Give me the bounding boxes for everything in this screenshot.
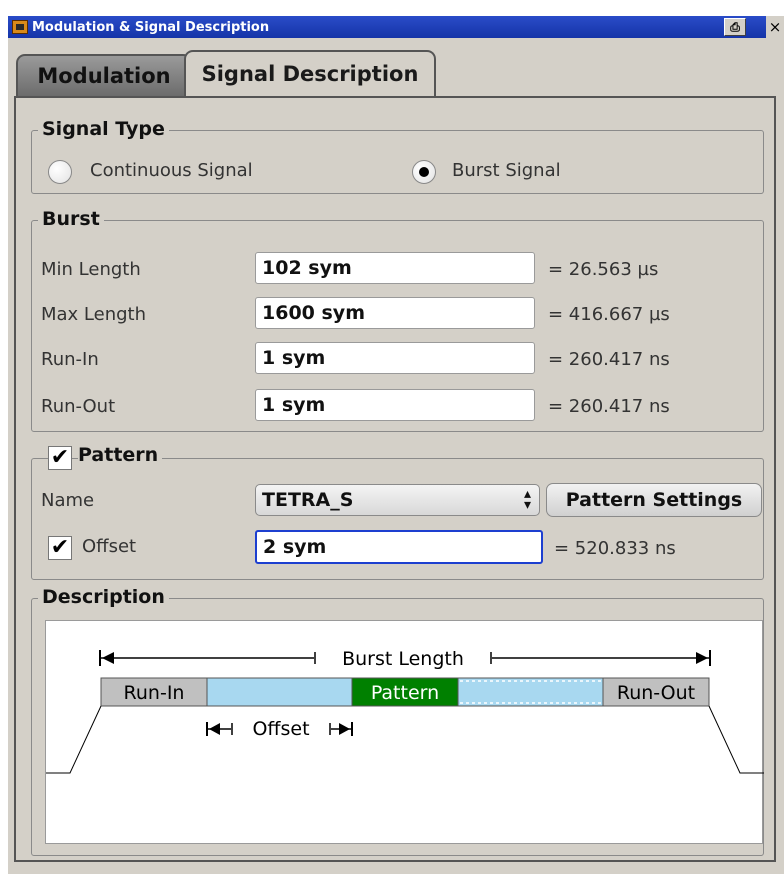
tab-modulation[interactable]: Modulation bbox=[16, 54, 192, 96]
offset-input[interactable]: 2 sym bbox=[255, 530, 543, 564]
pattern-name-label: Name bbox=[41, 490, 95, 511]
run-out-result: = 260.417 ns bbox=[548, 396, 670, 417]
run-out-segment-label: Run-Out bbox=[617, 682, 695, 704]
burst-diagram: Burst Length Run-In Pattern Run-Out Offs… bbox=[45, 620, 764, 844]
burst-length-right-arrowhead bbox=[696, 652, 708, 664]
close-icon[interactable]: × bbox=[766, 16, 784, 38]
continuous-signal-radio[interactable] bbox=[48, 160, 72, 184]
app-icon bbox=[12, 20, 28, 34]
description-legend: Description bbox=[38, 586, 169, 608]
burst-signal-radio[interactable] bbox=[412, 160, 436, 184]
min-length-label: Min Length bbox=[41, 259, 141, 280]
run-out-label: Run-Out bbox=[41, 396, 116, 417]
run-in-label: Run-In bbox=[41, 349, 99, 370]
pattern-name-value: TETRA_S bbox=[262, 489, 354, 511]
pattern-legend[interactable]: Pattern bbox=[78, 444, 163, 466]
max-length-result: = 416.667 µs bbox=[548, 304, 670, 325]
offset-checkbox[interactable]: ✔ bbox=[48, 536, 72, 560]
burst-length-left-arrowhead bbox=[102, 652, 114, 664]
burst-pre-pattern-segment bbox=[206, 677, 353, 707]
max-length-input[interactable]: 1600 sym bbox=[255, 297, 535, 329]
burst-diagram-svg: Burst Length Run-In Pattern Run-Out Offs… bbox=[46, 648, 764, 774]
burst-length-label: Burst Length bbox=[342, 648, 464, 670]
offset-left-arrowhead bbox=[209, 723, 220, 735]
burst-legend: Burst bbox=[38, 208, 104, 230]
burst-post-pattern-segment bbox=[457, 677, 604, 707]
run-in-input[interactable]: 1 sym bbox=[255, 342, 535, 374]
select-arrows-icon: ▴ ▾ bbox=[523, 486, 531, 513]
signal-type-legend: Signal Type bbox=[38, 118, 169, 140]
run-out-input[interactable]: 1 sym bbox=[255, 389, 535, 421]
run-in-result: = 260.417 ns bbox=[548, 349, 670, 370]
ramp-down-line bbox=[708, 705, 764, 774]
offset-right-arrowhead bbox=[339, 723, 350, 735]
pattern-checkbox[interactable]: ✔ bbox=[48, 446, 72, 470]
offset-label: Offset bbox=[252, 718, 309, 740]
min-length-result: = 26.563 µs bbox=[548, 259, 659, 280]
window-title: Modulation & Signal Description bbox=[32, 19, 270, 35]
ramp-up-line bbox=[46, 705, 102, 774]
offset-result: = 520.833 ns bbox=[554, 538, 676, 559]
window-title-bar: Modulation & Signal Description ⎙ × bbox=[8, 16, 784, 38]
burst-signal-label[interactable]: Burst Signal bbox=[452, 160, 561, 181]
offset-label[interactable]: Offset bbox=[82, 536, 136, 557]
pattern-name-select[interactable]: TETRA_S ▴ ▾ bbox=[255, 484, 540, 516]
continuous-signal-label[interactable]: Continuous Signal bbox=[90, 160, 253, 181]
pattern-settings-button[interactable]: Pattern Settings bbox=[546, 483, 762, 517]
run-in-segment-label: Run-In bbox=[124, 682, 185, 704]
pattern-segment-label: Pattern bbox=[371, 682, 439, 704]
max-length-label: Max Length bbox=[41, 304, 147, 325]
min-length-input[interactable]: 102 sym bbox=[255, 252, 535, 284]
tab-signal-description[interactable]: Signal Description bbox=[184, 50, 436, 96]
restore-icon[interactable]: ⎙ bbox=[724, 18, 746, 36]
